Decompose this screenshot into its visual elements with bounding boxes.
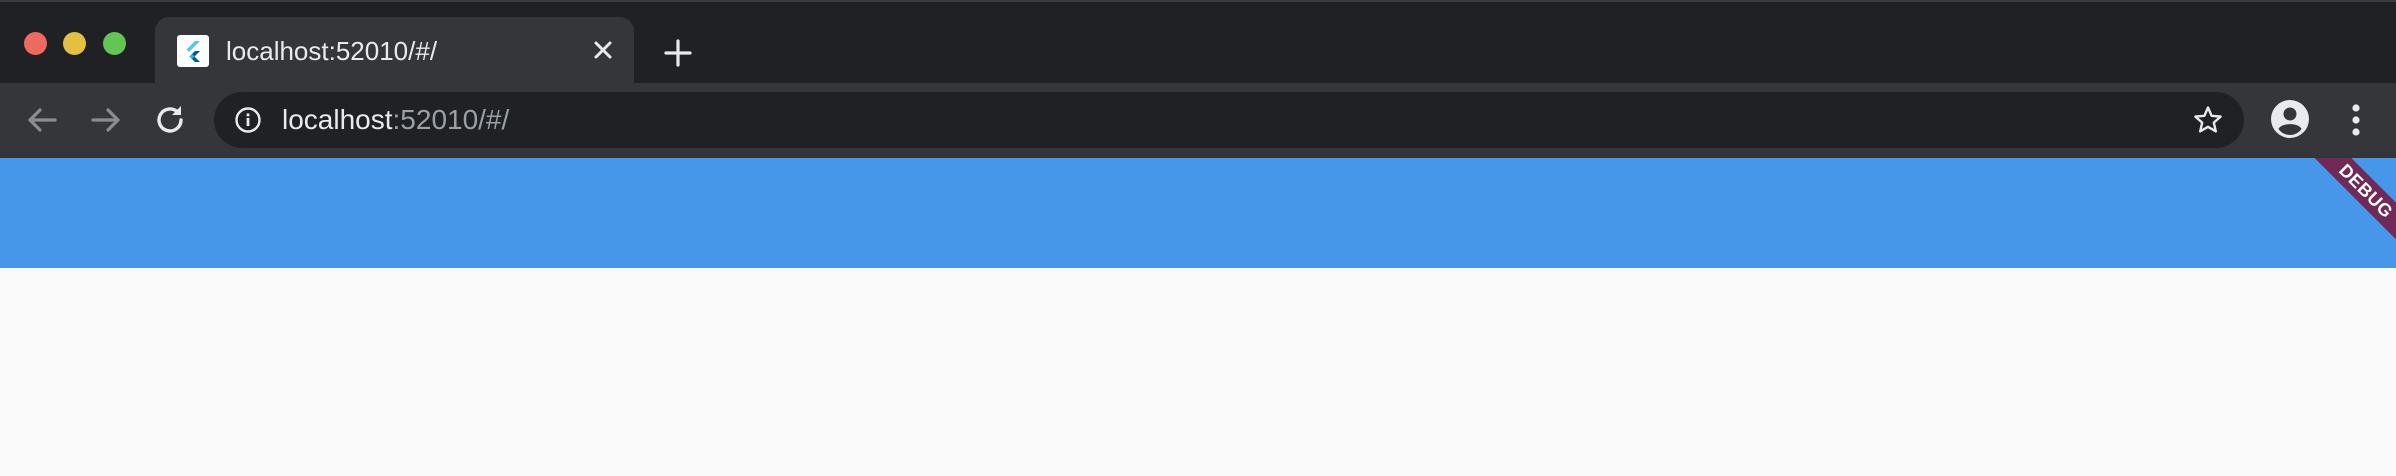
account-circle-icon[interactable] xyxy=(2269,98,2311,140)
window-maximize-button[interactable] xyxy=(103,32,126,55)
window-close-button[interactable] xyxy=(24,32,47,55)
tab-title: localhost:52010/#/ xyxy=(226,36,438,66)
browser-toolbar: localhost:52010/#/ xyxy=(0,83,2396,158)
address-bar[interactable]: localhost:52010/#/ xyxy=(214,92,2244,148)
window-minimize-button[interactable] xyxy=(63,32,86,55)
browser-tab-active[interactable]: localhost:52010/#/ xyxy=(155,17,634,85)
plus-icon[interactable] xyxy=(662,37,694,69)
arrow-left-icon[interactable] xyxy=(22,100,62,140)
debug-banner: DEBUG xyxy=(2303,158,2396,254)
reload-icon[interactable] xyxy=(150,100,190,140)
address-bar-url[interactable]: localhost:52010/#/ xyxy=(282,104,509,136)
more-vert-icon[interactable] xyxy=(2336,100,2376,140)
star-icon[interactable] xyxy=(2192,104,2224,136)
app-bar xyxy=(0,158,2396,268)
flutter-logo-icon xyxy=(177,35,209,67)
app-body xyxy=(0,268,2396,476)
url-path: :52010/#/ xyxy=(392,104,510,135)
arrow-right-icon[interactable] xyxy=(86,100,126,140)
close-icon[interactable] xyxy=(590,37,616,63)
browser-tab-strip: localhost:52010/#/ xyxy=(0,0,2396,85)
info-icon[interactable] xyxy=(234,106,262,134)
url-host: localhost xyxy=(282,104,393,135)
